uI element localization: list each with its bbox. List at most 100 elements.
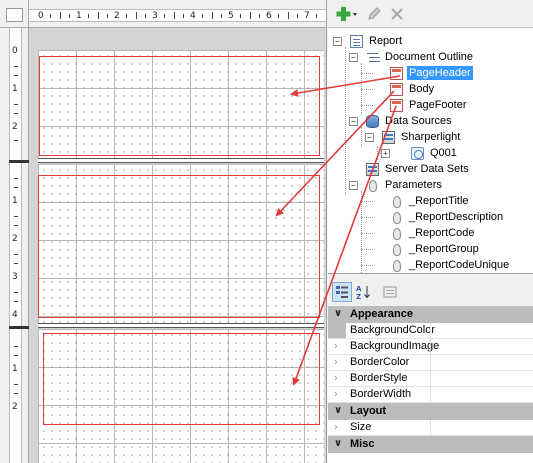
property-grid[interactable]: ∨ Appearance BackgroundColor › Backgroun… [328,306,533,463]
tree-node-label: Document Outline [385,51,474,63]
expand-chevron-icon[interactable]: › [334,371,338,386]
tree-node-label: Data Sources [385,115,452,127]
tree-node-label: Body [409,83,435,95]
tree-node-data-sources[interactable]: Data Sources [366,113,454,129]
tree-node-page-header[interactable]: PageHeader [390,65,473,81]
parameter-icon [390,227,403,240]
ruler-tick [174,12,175,19]
tree-node-param-report-title[interactable]: _ReportTitle [390,193,471,209]
category-label: Misc [350,438,375,450]
category-layout[interactable]: ∨ Layout [328,403,533,420]
ruler-tick [69,14,70,18]
tree-node-document-outline[interactable]: Document Outline [366,49,475,65]
property-row-border-width[interactable]: › BorderWidth [328,387,533,403]
expand-toggle[interactable]: + [381,149,390,158]
tree-node-label: Q001 [430,147,457,159]
ruler-label: 5 [228,11,234,21]
ruler-tick [202,14,203,18]
collapse-chevron-icon[interactable]: ∨ [334,306,342,322]
ruler-tick [145,14,146,18]
property-value[interactable] [430,420,533,435]
ruler-label: 2 [12,234,18,244]
ruler-label: 7 [304,11,310,21]
report-designer-surface[interactable]: 0 1 2 3 4 5 6 7 0 1 2 1 2 3 4 1 2 [0,0,327,463]
band-separator[interactable] [38,158,324,163]
ruler-tick [164,14,165,18]
ruler-label: 3 [152,11,158,21]
tree-node-parameters[interactable]: Parameters [366,177,444,193]
tree-node-body[interactable]: Body [390,81,436,97]
ruler-tick [288,12,289,19]
category-appearance[interactable]: ∨ Appearance [328,306,533,323]
add-plus-icon[interactable] [336,5,358,23]
tree-node-q001[interactable]: Q001 [411,145,459,161]
property-value[interactable] [430,371,533,386]
band-separator[interactable] [38,323,324,328]
ruler-tick [326,12,327,19]
property-row-background-image[interactable]: › BackgroundImage [328,339,533,355]
tree-node-page-footer[interactable]: PageFooter [390,97,468,113]
tree-node-label: Report [369,35,403,47]
ruler-label: 4 [12,310,18,320]
report-outline-tree[interactable]: − − − − + − Report Document Outline Page… [328,29,533,274]
expand-chevron-icon[interactable]: › [334,339,338,354]
property-value[interactable] [430,323,533,338]
ruler-tick [250,12,251,19]
page-header-band[interactable] [38,50,324,159]
band-icon [390,98,403,112]
page-footer-band[interactable] [38,329,324,463]
collapse-toggle[interactable]: − [365,133,374,142]
categorized-view-icon[interactable] [332,282,352,302]
report-explorer-panel: − − − − + − Report Document Outline Page… [328,0,533,463]
tree-node-label: PageFooter [409,99,467,111]
collapse-chevron-icon[interactable]: ∨ [334,436,342,452]
property-value[interactable] [430,355,533,370]
expand-chevron-icon[interactable]: › [334,355,338,370]
ruler-label: 1 [76,11,82,21]
expand-chevron-icon[interactable]: › [334,387,338,402]
ruler-label: 4 [190,11,196,21]
property-pages-icon[interactable] [380,282,400,302]
tree-node-param-report-code[interactable]: _ReportCode [390,225,476,241]
pencil-icon[interactable] [365,5,383,23]
collapse-toggle[interactable]: − [349,53,358,62]
expand-chevron-icon[interactable]: › [334,420,338,435]
ruler-tick [50,14,51,18]
alphabetical-sort-icon[interactable]: AZ [353,282,373,302]
horizontal-ruler: 0 1 2 3 4 5 6 7 [29,0,327,28]
delete-x-icon[interactable] [388,5,406,23]
tree-node-param-report-group[interactable]: _ReportGroup [390,241,481,257]
tree-node-server-data-sets[interactable]: Server Data Sets [366,161,471,177]
tree-node-sharperlight[interactable]: Sharperlight [382,129,462,145]
body-band[interactable] [38,164,324,324]
ruler-tick [212,12,213,19]
ruler-tick [60,12,61,19]
category-misc[interactable]: ∨ Misc [328,436,533,453]
ruler-tick [88,14,89,18]
collapse-chevron-icon[interactable]: ∨ [334,403,342,419]
tree-node-label: _ReportCode [409,227,475,239]
tree-node-label: Parameters [385,179,442,191]
property-row-background-color[interactable]: BackgroundColor [328,323,533,339]
collapse-toggle[interactable]: − [349,117,358,126]
category-label: Appearance [350,308,413,320]
property-row-border-style[interactable]: › BorderStyle [328,371,533,387]
property-name: Size [350,421,372,433]
properties-toolbar: AZ [328,279,533,305]
tree-node-param-report-description[interactable]: _ReportDescription [390,209,505,225]
ruler-label: 2 [12,402,18,412]
report-icon [350,34,363,48]
tree-node-report[interactable]: Report [350,33,404,49]
tree-node-label: PageHeader [407,66,473,80]
property-value[interactable] [430,339,533,354]
tree-node-label: _ReportDescription [409,211,504,223]
collapse-toggle[interactable]: − [349,181,358,190]
ruler-tick [221,14,222,18]
property-row-border-color[interactable]: › BorderColor [328,355,533,371]
property-value[interactable] [430,387,533,402]
collapse-toggle[interactable]: − [333,37,342,46]
tree-node-param-report-code-unique[interactable]: _ReportCodeUnique [390,257,511,273]
parameter-icon [390,195,403,208]
tree-node-label: _ReportTitle [409,195,469,207]
property-row-size[interactable]: › Size [328,420,533,436]
